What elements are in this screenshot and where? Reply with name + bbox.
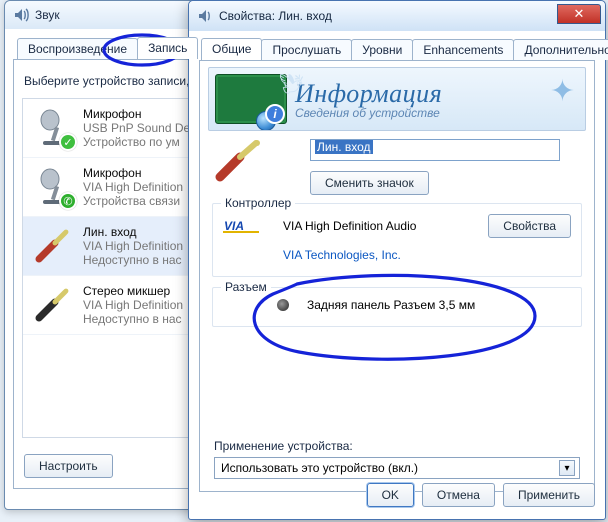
dove-icon: 🕊 [279,72,304,97]
status-check-icon: ✓ [59,133,77,151]
device-sub1: USB PnP Sound De [83,121,190,135]
device-name: Микрофон [83,107,190,121]
tab-general[interactable]: Общие [201,38,262,60]
sparkle-icon: ✦ [550,74,575,109]
device-name-value: Лин. вход [315,140,373,154]
device-name-input[interactable]: Лин. вход [310,139,560,161]
svg-text:VIA: VIA [224,219,244,233]
usage-value: Использовать это устройство (вкл.) [221,461,418,475]
device-sub1: VIA High Definition [83,180,183,194]
info-icon: i [265,104,285,124]
banner-heading: Информация [295,79,442,109]
device-sub1: VIA High Definition [83,298,183,312]
microphone-icon: ✓ [33,107,75,149]
tab-enhancements[interactable]: Enhancements [412,39,514,60]
via-logo-icon: VIA [223,217,259,235]
tab-advanced[interactable]: Дополнительно [513,39,608,60]
tab-record[interactable]: Запись [137,37,198,59]
connector-label: Разъем [221,280,271,294]
device-sub1: VIA High Definition [83,239,183,253]
tab-playback[interactable]: Воспроизведение [17,38,138,59]
info-banner: i 🕊 ✦ Информация Сведения об устройстве [208,67,586,131]
usage-label: Применение устройства: [214,439,580,453]
properties-title-text: Свойства: Лин. вход [219,9,332,23]
jack-dot-icon [277,299,289,311]
device-name: Лин. вход [83,225,183,239]
properties-tabs: Общие Прослушать Уровни Enhancements Доп… [201,36,595,60]
banner-sub: Сведения об устройстве [295,106,442,120]
microphone-icon: ✆ [33,166,75,208]
change-icon-button[interactable]: Сменить значок [310,171,429,195]
chevron-down-icon: ▾ [559,460,575,476]
properties-titlebar[interactable]: Свойства: Лин. вход ✕ [189,1,605,31]
window-controls: ✕ [558,4,601,24]
cancel-button[interactable]: Отмена [422,483,495,507]
connector-text: Задняя панель Разъем 3,5 мм [307,298,475,312]
jack-plug-icon [33,225,75,267]
device-name: Микрофон [83,166,183,180]
ok-button[interactable]: OK [367,483,414,507]
sound-title-text: Звук [35,8,60,22]
controller-properties-button[interactable]: Свойства [488,214,571,238]
jack-plug-icon [33,284,75,326]
apply-button[interactable]: Применить [503,483,595,507]
vendor-link[interactable]: VIA Technologies, Inc. [283,248,401,262]
device-sub2: Устройство по ум [83,135,190,149]
close-button[interactable]: ✕ [557,4,601,24]
status-phone-icon: ✆ [59,192,77,210]
controller-group: Контроллер VIA VIA High Definition Audio… [212,203,582,277]
device-sub2: Недоступно в нас [83,312,183,326]
device-name: Стерео микшер [83,284,183,298]
tab-levels[interactable]: Уровни [351,39,413,60]
general-panel: i 🕊 ✦ Информация Сведения об устройстве … [199,60,595,492]
device-sub2: Устройства связи [83,194,183,208]
speaker-icon [197,8,213,24]
controller-label: Контроллер [221,196,295,210]
device-sub2: Недоступно в нас [83,253,183,267]
speaker-icon [13,7,29,23]
properties-button-row: OK Отмена Применить [189,475,605,515]
connector-group: Разъем Задняя панель Разъем 3,5 мм [212,287,582,327]
configure-button[interactable]: Настроить [24,454,113,478]
controller-name: VIA High Definition Audio [283,219,416,233]
jack-plug-icon [214,139,270,183]
properties-window: Свойства: Лин. вход ✕ Общие Прослушать У… [188,0,606,520]
tab-listen[interactable]: Прослушать [261,39,352,60]
